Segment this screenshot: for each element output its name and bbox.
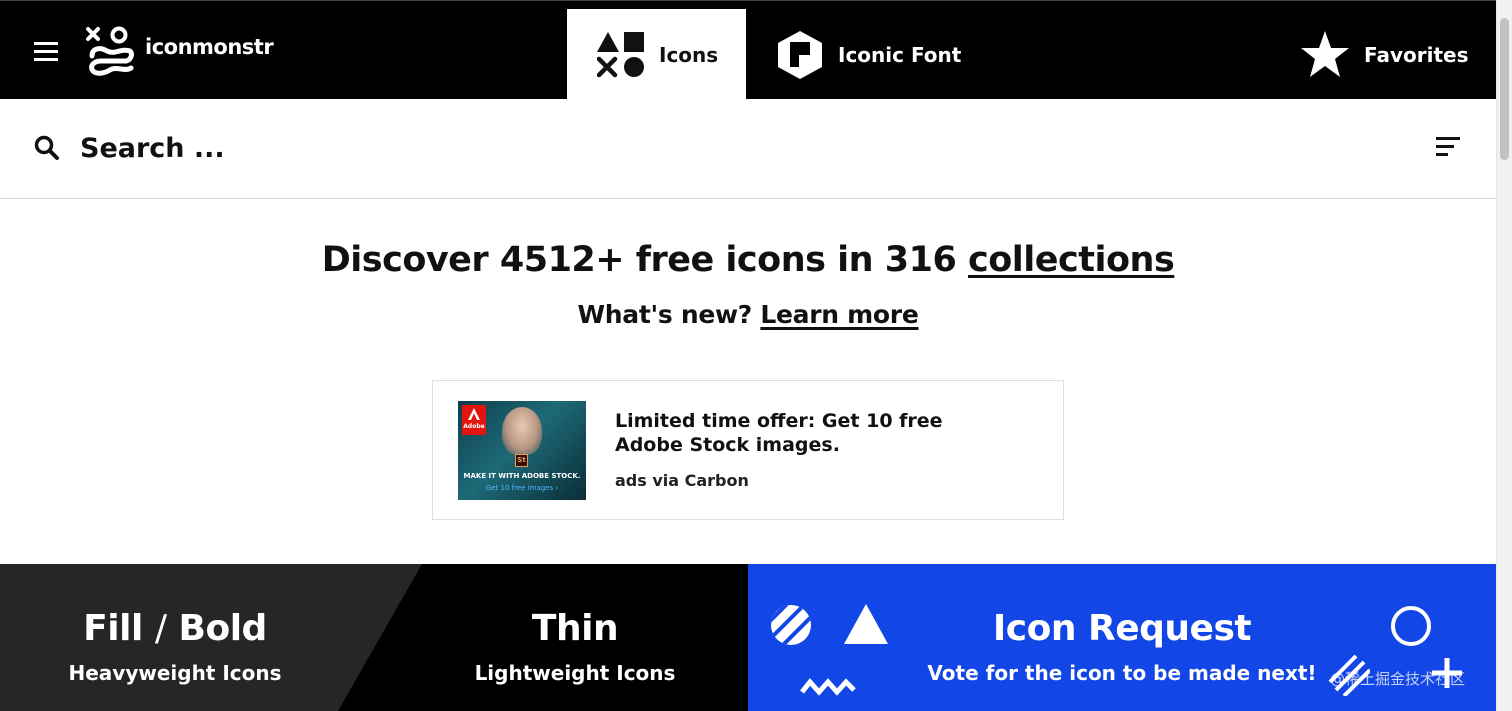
learn-more-link[interactable]: Learn more xyxy=(760,300,918,329)
shapes-icon xyxy=(597,31,644,77)
adobe-logo-text: Adobe xyxy=(463,423,485,430)
iconmonstr-logo-icon[interactable] xyxy=(85,26,135,76)
ring-icon xyxy=(1391,606,1431,646)
title-separator: / xyxy=(154,608,167,649)
adobe-logo: Adobe xyxy=(462,405,486,435)
collections-link[interactable]: collections xyxy=(968,240,1175,280)
search-input[interactable] xyxy=(80,127,1380,169)
ad-image-line2: Get 10 free images › xyxy=(485,484,559,492)
top-nav-bar: iconmonstr Icons Iconic Font Favorites xyxy=(0,0,1496,100)
ad-portrait xyxy=(502,407,542,455)
hero-title-text: Discover 4512+ free icons in 316 xyxy=(321,240,968,280)
tab-iconic-font-label: Iconic Font xyxy=(838,42,962,67)
sort-filter-icon[interactable] xyxy=(1436,135,1462,161)
font-logo-icon xyxy=(778,30,822,79)
search-bar xyxy=(0,99,1496,199)
fill-bold-title: Fill / Bold xyxy=(0,608,386,649)
tab-favorites-label: Favorites xyxy=(1364,42,1469,67)
search-icon[interactable] xyxy=(34,135,60,161)
hero-subtitle-text: What's new? xyxy=(577,300,761,329)
ad-image-line1: MAKE IT WITH ADOBE STOCK. xyxy=(463,472,581,480)
tab-iconic-font[interactable]: Iconic Font xyxy=(777,9,961,100)
tab-icons-label: Icons xyxy=(659,42,719,67)
ad-headline[interactable]: Limited time offer: Get 10 free Adobe St… xyxy=(615,409,955,457)
scrollbar-thumb[interactable] xyxy=(1500,18,1509,160)
tab-icons[interactable]: Icons xyxy=(567,9,746,100)
ad-image[interactable]: Adobe St MAKE IT WITH ADOBE STOCK. Get 1… xyxy=(458,401,586,500)
carbon-ad: Adobe St MAKE IT WITH ADOBE STOCK. Get 1… xyxy=(432,380,1064,520)
brand-name[interactable]: iconmonstr xyxy=(145,35,274,59)
hero-subtitle: What's new? Learn more xyxy=(0,300,1496,329)
menu-icon[interactable] xyxy=(34,40,60,62)
fill-title: Fill xyxy=(83,608,143,649)
thin-title: Thin xyxy=(531,608,619,649)
tab-favorites[interactable]: Favorites xyxy=(1300,9,1469,100)
ad-via-carbon[interactable]: ads via Carbon xyxy=(615,471,749,490)
hero-title: Discover 4512+ free icons in 316 collect… xyxy=(0,240,1496,280)
thin-subtitle: Lightweight Icons xyxy=(474,661,676,685)
fill-bold-subtitle: Heavyweight Icons xyxy=(68,661,282,685)
stock-badge: St xyxy=(515,454,528,467)
scrollbar[interactable] xyxy=(1496,0,1512,711)
bold-title: Bold xyxy=(178,608,268,649)
icon-request-title: Icon Request xyxy=(992,608,1252,649)
adobe-a-icon xyxy=(468,408,480,420)
star-icon xyxy=(1301,30,1349,77)
watermark-text: @稀土掘金技术社区 xyxy=(1330,670,1466,688)
